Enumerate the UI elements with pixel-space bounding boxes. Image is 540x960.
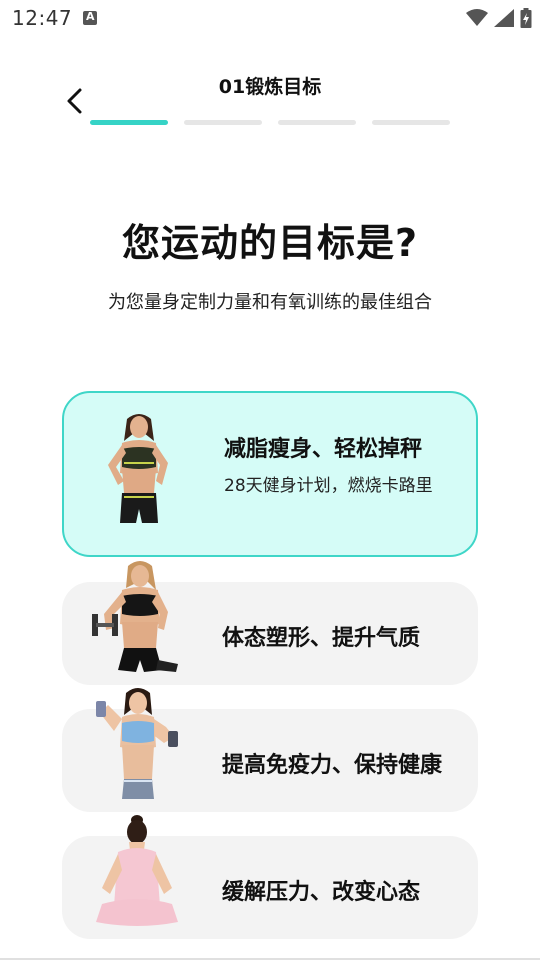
goal-title: 缓解压力、改变心态 [222, 880, 421, 905]
status-time: 12:47 [12, 6, 73, 30]
goal-title: 体态塑形、提升气质 [222, 626, 421, 651]
question-heading: 您运动的目标是? [121, 221, 419, 265]
goal-description: 28天健身计划，燃烧卡路里 [224, 476, 433, 496]
progress-step-1 [90, 120, 168, 125]
status-icons [466, 7, 532, 29]
progress-step-4 [372, 120, 450, 125]
goal-title: 减脂瘦身、轻松掉秤 [224, 437, 423, 462]
fitness-woman-weights-photo [96, 688, 178, 799]
question-subheading: 为您量身定制力量和有氧训练的最佳组合 [108, 292, 432, 313]
meditating-woman-photo [96, 815, 178, 926]
goal-option-body-shaping[interactable]: 体态塑形、提升气质 [62, 561, 478, 685]
goal-option-immunity[interactable]: 提高免疫力、保持健康 [62, 688, 478, 812]
fitness-woman-photo [108, 414, 168, 523]
goal-title: 提高免疫力、保持健康 [222, 753, 443, 778]
status-bar: 12:47 [0, 0, 540, 36]
screen: 12:47 01锻炼目标 您运动的目标是? 为您量身定制力量和有 [0, 0, 540, 960]
back-button[interactable] [58, 82, 92, 120]
chevron-left-icon [67, 88, 82, 114]
battery-charging-icon [520, 8, 532, 28]
signal-icon [494, 9, 514, 27]
wifi-icon [466, 9, 488, 26]
goal-option-fat-loss[interactable]: 减脂瘦身、轻松掉秤 28天健身计划，燃烧卡路里 [62, 391, 478, 557]
app-notification-icon [83, 10, 97, 25]
progress-step-3 [278, 120, 356, 125]
progress-step-2 [184, 120, 262, 125]
goal-option-stress-relief[interactable]: 缓解压力、改变心态 [62, 815, 478, 939]
step-progress [90, 120, 450, 125]
fitness-woman-dumbbell-photo [92, 561, 178, 672]
